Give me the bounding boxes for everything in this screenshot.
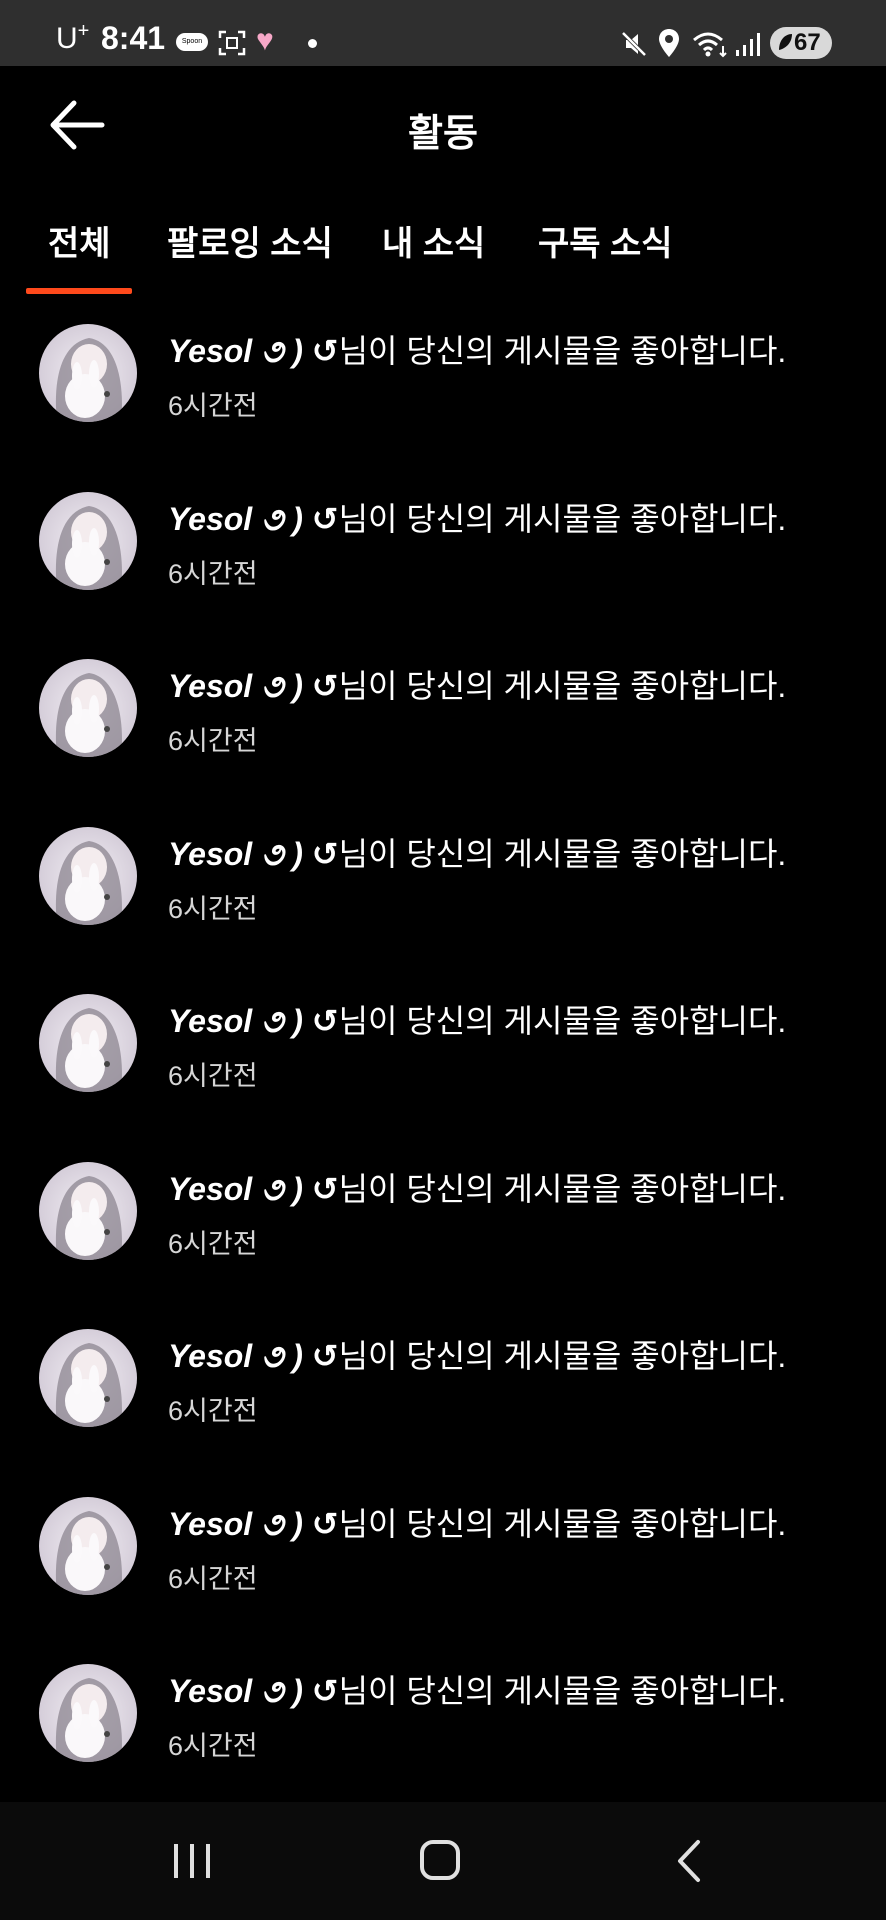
avatar[interactable] xyxy=(39,492,137,590)
activity-message: Yesol ૭ ) ↺님이 당신의 게시물을 좋아합니다. xyxy=(168,661,786,707)
recent-apps-icon[interactable] xyxy=(162,1836,222,1886)
activity-timestamp: 6시간전 xyxy=(168,391,258,421)
user-name: Yesol ૭ ) ↺ xyxy=(168,501,339,537)
activity-item[interactable]: Yesol ૭ ) ↺님이 당신의 게시물을 좋아합니다. 6시간전 xyxy=(0,1321,886,1489)
activity-message: Yesol ૭ ) ↺님이 당신의 게시물을 좋아합니다. xyxy=(168,1331,786,1377)
user-name: Yesol ૭ ) ↺ xyxy=(168,1338,339,1374)
battery-level: 67 xyxy=(794,29,821,56)
activity-message: Yesol ૭ ) ↺님이 당신의 게시물을 좋아합니다. xyxy=(168,996,786,1042)
user-name: Yesol ૭ ) ↺ xyxy=(168,836,339,872)
activity-description: 님이 당신의 게시물을 좋아합니다. xyxy=(338,501,787,537)
avatar[interactable] xyxy=(39,659,137,757)
activity-item[interactable]: Yesol ૭ ) ↺님이 당신의 게시물을 좋아합니다. 6시간전 xyxy=(0,1489,886,1657)
user-name: Yesol ૭ ) ↺ xyxy=(168,1003,339,1039)
back-icon[interactable] xyxy=(660,1836,720,1886)
activity-message: Yesol ૭ ) ↺님이 당신의 게시물을 좋아합니다. xyxy=(168,1164,786,1210)
navigation-bar xyxy=(0,1802,886,1920)
tab-following-news[interactable]: 팔로잉 소식 xyxy=(167,216,333,265)
home-icon[interactable] xyxy=(410,1836,470,1886)
activity-item[interactable]: Yesol ૭ ) ↺님이 당신의 게시물을 좋아합니다. 6시간전 xyxy=(0,1656,886,1824)
activity-item[interactable]: Yesol ૭ ) ↺님이 당신의 게시물을 좋아합니다. 6시간전 xyxy=(0,819,886,987)
spoon-icon: Spoon xyxy=(176,33,208,51)
activity-description: 님이 당신의 게시물을 좋아합니다. xyxy=(338,1338,787,1374)
screenshot-icon xyxy=(218,30,246,56)
battery-icon: 67 xyxy=(770,27,832,59)
activity-message: Yesol ૭ ) ↺님이 당신의 게시물을 좋아합니다. xyxy=(168,1499,786,1545)
activity-description: 님이 당신의 게시물을 좋아합니다. xyxy=(338,1506,787,1542)
mute-icon xyxy=(621,31,647,57)
status-time: 8:41 xyxy=(101,20,166,56)
dot-icon xyxy=(308,39,317,48)
activity-message: Yesol ૭ ) ↺님이 당신의 게시물을 좋아합니다. xyxy=(168,326,786,372)
activity-timestamp: 6시간전 xyxy=(168,1229,258,1259)
avatar[interactable] xyxy=(39,1497,137,1595)
activity-timestamp: 6시간전 xyxy=(168,559,258,589)
tab-subscription-news[interactable]: 구독 소식 xyxy=(538,216,673,265)
user-name: Yesol ૭ ) ↺ xyxy=(168,1506,339,1542)
activity-description: 님이 당신의 게시물을 좋아합니다. xyxy=(338,333,787,369)
user-name: Yesol ૭ ) ↺ xyxy=(168,333,339,369)
heart-icon: ♥ xyxy=(256,24,274,57)
tab-all[interactable]: 전체 xyxy=(48,216,111,265)
activity-message: Yesol ૭ ) ↺님이 당신의 게시물을 좋아합니다. xyxy=(168,1666,786,1712)
activity-description: 님이 당신의 게시물을 좋아합니다. xyxy=(338,1003,787,1039)
activity-item[interactable]: Yesol ૭ ) ↺님이 당신의 게시물을 좋아합니다. 6시간전 xyxy=(0,986,886,1154)
avatar[interactable] xyxy=(39,324,137,422)
avatar[interactable] xyxy=(39,994,137,1092)
page-title: 활동 xyxy=(408,113,478,155)
signal-icon xyxy=(736,33,760,56)
activity-description: 님이 당신의 게시물을 좋아합니다. xyxy=(338,836,787,872)
activity-message: Yesol ૭ ) ↺님이 당신의 게시물을 좋아합니다. xyxy=(168,829,786,875)
avatar[interactable] xyxy=(39,827,137,925)
avatar[interactable] xyxy=(39,1329,137,1427)
activity-description: 님이 당신의 게시물을 좋아합니다. xyxy=(338,668,787,704)
user-name: Yesol ૭ ) ↺ xyxy=(168,1171,339,1207)
carrier-label: U+ xyxy=(56,20,90,55)
activity-timestamp: 6시간전 xyxy=(168,726,258,756)
activity-item[interactable]: Yesol ૭ ) ↺님이 당신의 게시물을 좋아합니다. 6시간전 xyxy=(0,316,886,484)
activity-timestamp: 6시간전 xyxy=(168,1731,258,1761)
location-icon xyxy=(659,29,679,57)
activity-timestamp: 6시간전 xyxy=(168,1564,258,1594)
activity-message: Yesol ૭ ) ↺님이 당신의 게시물을 좋아합니다. xyxy=(168,494,786,540)
activity-item[interactable]: Yesol ૭ ) ↺님이 당신의 게시물을 좋아합니다. 6시간전 xyxy=(0,484,886,652)
user-name: Yesol ૭ ) ↺ xyxy=(168,1673,339,1709)
activity-description: 님이 당신의 게시물을 좋아합니다. xyxy=(338,1171,787,1207)
user-name: Yesol ૭ ) ↺ xyxy=(168,668,339,704)
wifi-icon xyxy=(693,32,727,58)
activity-description: 님이 당신의 게시물을 좋아합니다. xyxy=(338,1673,787,1709)
avatar[interactable] xyxy=(39,1162,137,1260)
activity-timestamp: 6시간전 xyxy=(168,1396,258,1426)
activity-item[interactable]: Yesol ૭ ) ↺님이 당신의 게시물을 좋아합니다. 6시간전 xyxy=(0,651,886,819)
status-bar: U+ 8:41 Spoon ♥ 67 xyxy=(0,0,886,66)
activity-timestamp: 6시간전 xyxy=(168,894,258,924)
activity-timestamp: 6시간전 xyxy=(168,1061,258,1091)
activity-item[interactable]: Yesol ૭ ) ↺님이 당신의 게시물을 좋아합니다. 6시간전 xyxy=(0,1154,886,1322)
tab-my-news[interactable]: 내 소식 xyxy=(382,216,485,265)
tab-selected-indicator xyxy=(26,288,132,294)
avatar[interactable] xyxy=(39,1664,137,1762)
